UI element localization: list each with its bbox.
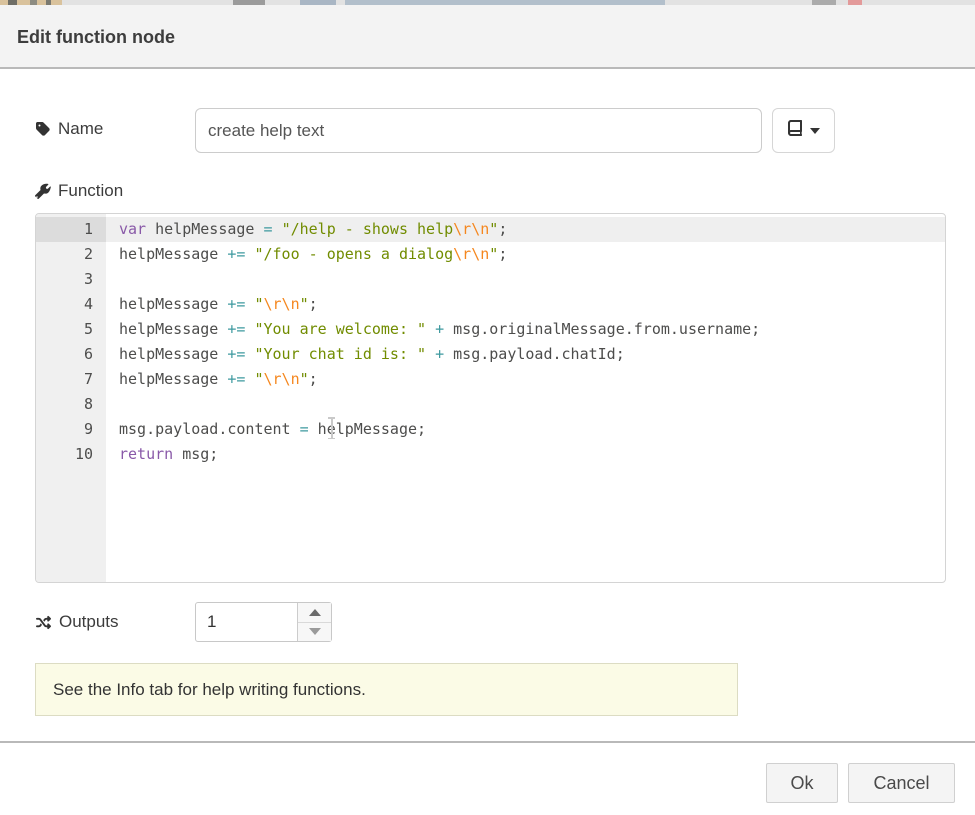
- code-line[interactable]: msg.payload.content = helpMessage;: [106, 417, 945, 442]
- dialog-title: Edit function node: [17, 27, 175, 48]
- footer-divider: [0, 741, 975, 743]
- shuffle-icon: [35, 615, 52, 630]
- code-line[interactable]: return msg;: [106, 442, 945, 467]
- arrow-up-icon: [309, 609, 321, 616]
- code-line[interactable]: [106, 392, 945, 417]
- outputs-label-text: Outputs: [59, 612, 119, 632]
- gutter-line-number: 4: [36, 292, 106, 317]
- tag-icon: [35, 121, 51, 137]
- ok-button[interactable]: Ok: [766, 763, 838, 803]
- code-line[interactable]: helpMessage += "/foo - opens a dialog\r\…: [106, 242, 945, 267]
- name-label: Name: [35, 119, 103, 139]
- editor-code-pane[interactable]: var helpMessage = "/help - shows help\r\…: [106, 214, 945, 582]
- chevron-down-icon: [810, 128, 820, 134]
- outputs-spinner: [195, 602, 332, 642]
- gutter-line-number: 6: [36, 342, 106, 367]
- cancel-button[interactable]: Cancel: [848, 763, 955, 803]
- spinner-buttons: [297, 603, 331, 641]
- spinner-up-button[interactable]: [298, 603, 331, 623]
- name-input[interactable]: [195, 108, 762, 153]
- dialog-header: Edit function node: [0, 5, 975, 69]
- editor-gutter: 12345678910: [36, 214, 106, 582]
- gutter-line-number: 10: [36, 442, 106, 467]
- outputs-label: Outputs: [35, 612, 119, 632]
- function-label-text: Function: [58, 181, 123, 201]
- code-line[interactable]: helpMessage += "Your chat id is: " + msg…: [106, 342, 945, 367]
- gutter-line-number: 3: [36, 267, 106, 292]
- form-tip-text: See the Info tab for help writing functi…: [53, 680, 366, 700]
- gutter-line-number: 9: [36, 417, 106, 442]
- code-line[interactable]: var helpMessage = "/help - shows help\r\…: [106, 217, 945, 242]
- library-button[interactable]: [772, 108, 835, 153]
- name-label-text: Name: [58, 119, 103, 139]
- book-icon: [787, 120, 803, 141]
- edit-function-node-dialog: Edit function node Name Function 1234567…: [0, 0, 975, 815]
- gutter-line-number: 7: [36, 367, 106, 392]
- gutter-line-number: 2: [36, 242, 106, 267]
- arrow-down-icon: [309, 628, 321, 635]
- code-line[interactable]: helpMessage += "\r\n";: [106, 367, 945, 392]
- outputs-input[interactable]: [196, 603, 297, 641]
- form-tip: See the Info tab for help writing functi…: [35, 663, 738, 716]
- spinner-down-button[interactable]: [298, 623, 331, 642]
- code-line[interactable]: [106, 267, 945, 292]
- gutter-line-number: 1: [36, 217, 106, 242]
- gutter-line-number: 5: [36, 317, 106, 342]
- wrench-icon: [35, 183, 51, 199]
- function-label: Function: [35, 181, 123, 201]
- code-editor[interactable]: 12345678910 var helpMessage = "/help - s…: [35, 213, 946, 583]
- code-line[interactable]: helpMessage += "You are welcome: " + msg…: [106, 317, 945, 342]
- code-line[interactable]: helpMessage += "\r\n";: [106, 292, 945, 317]
- gutter-line-number: 8: [36, 392, 106, 417]
